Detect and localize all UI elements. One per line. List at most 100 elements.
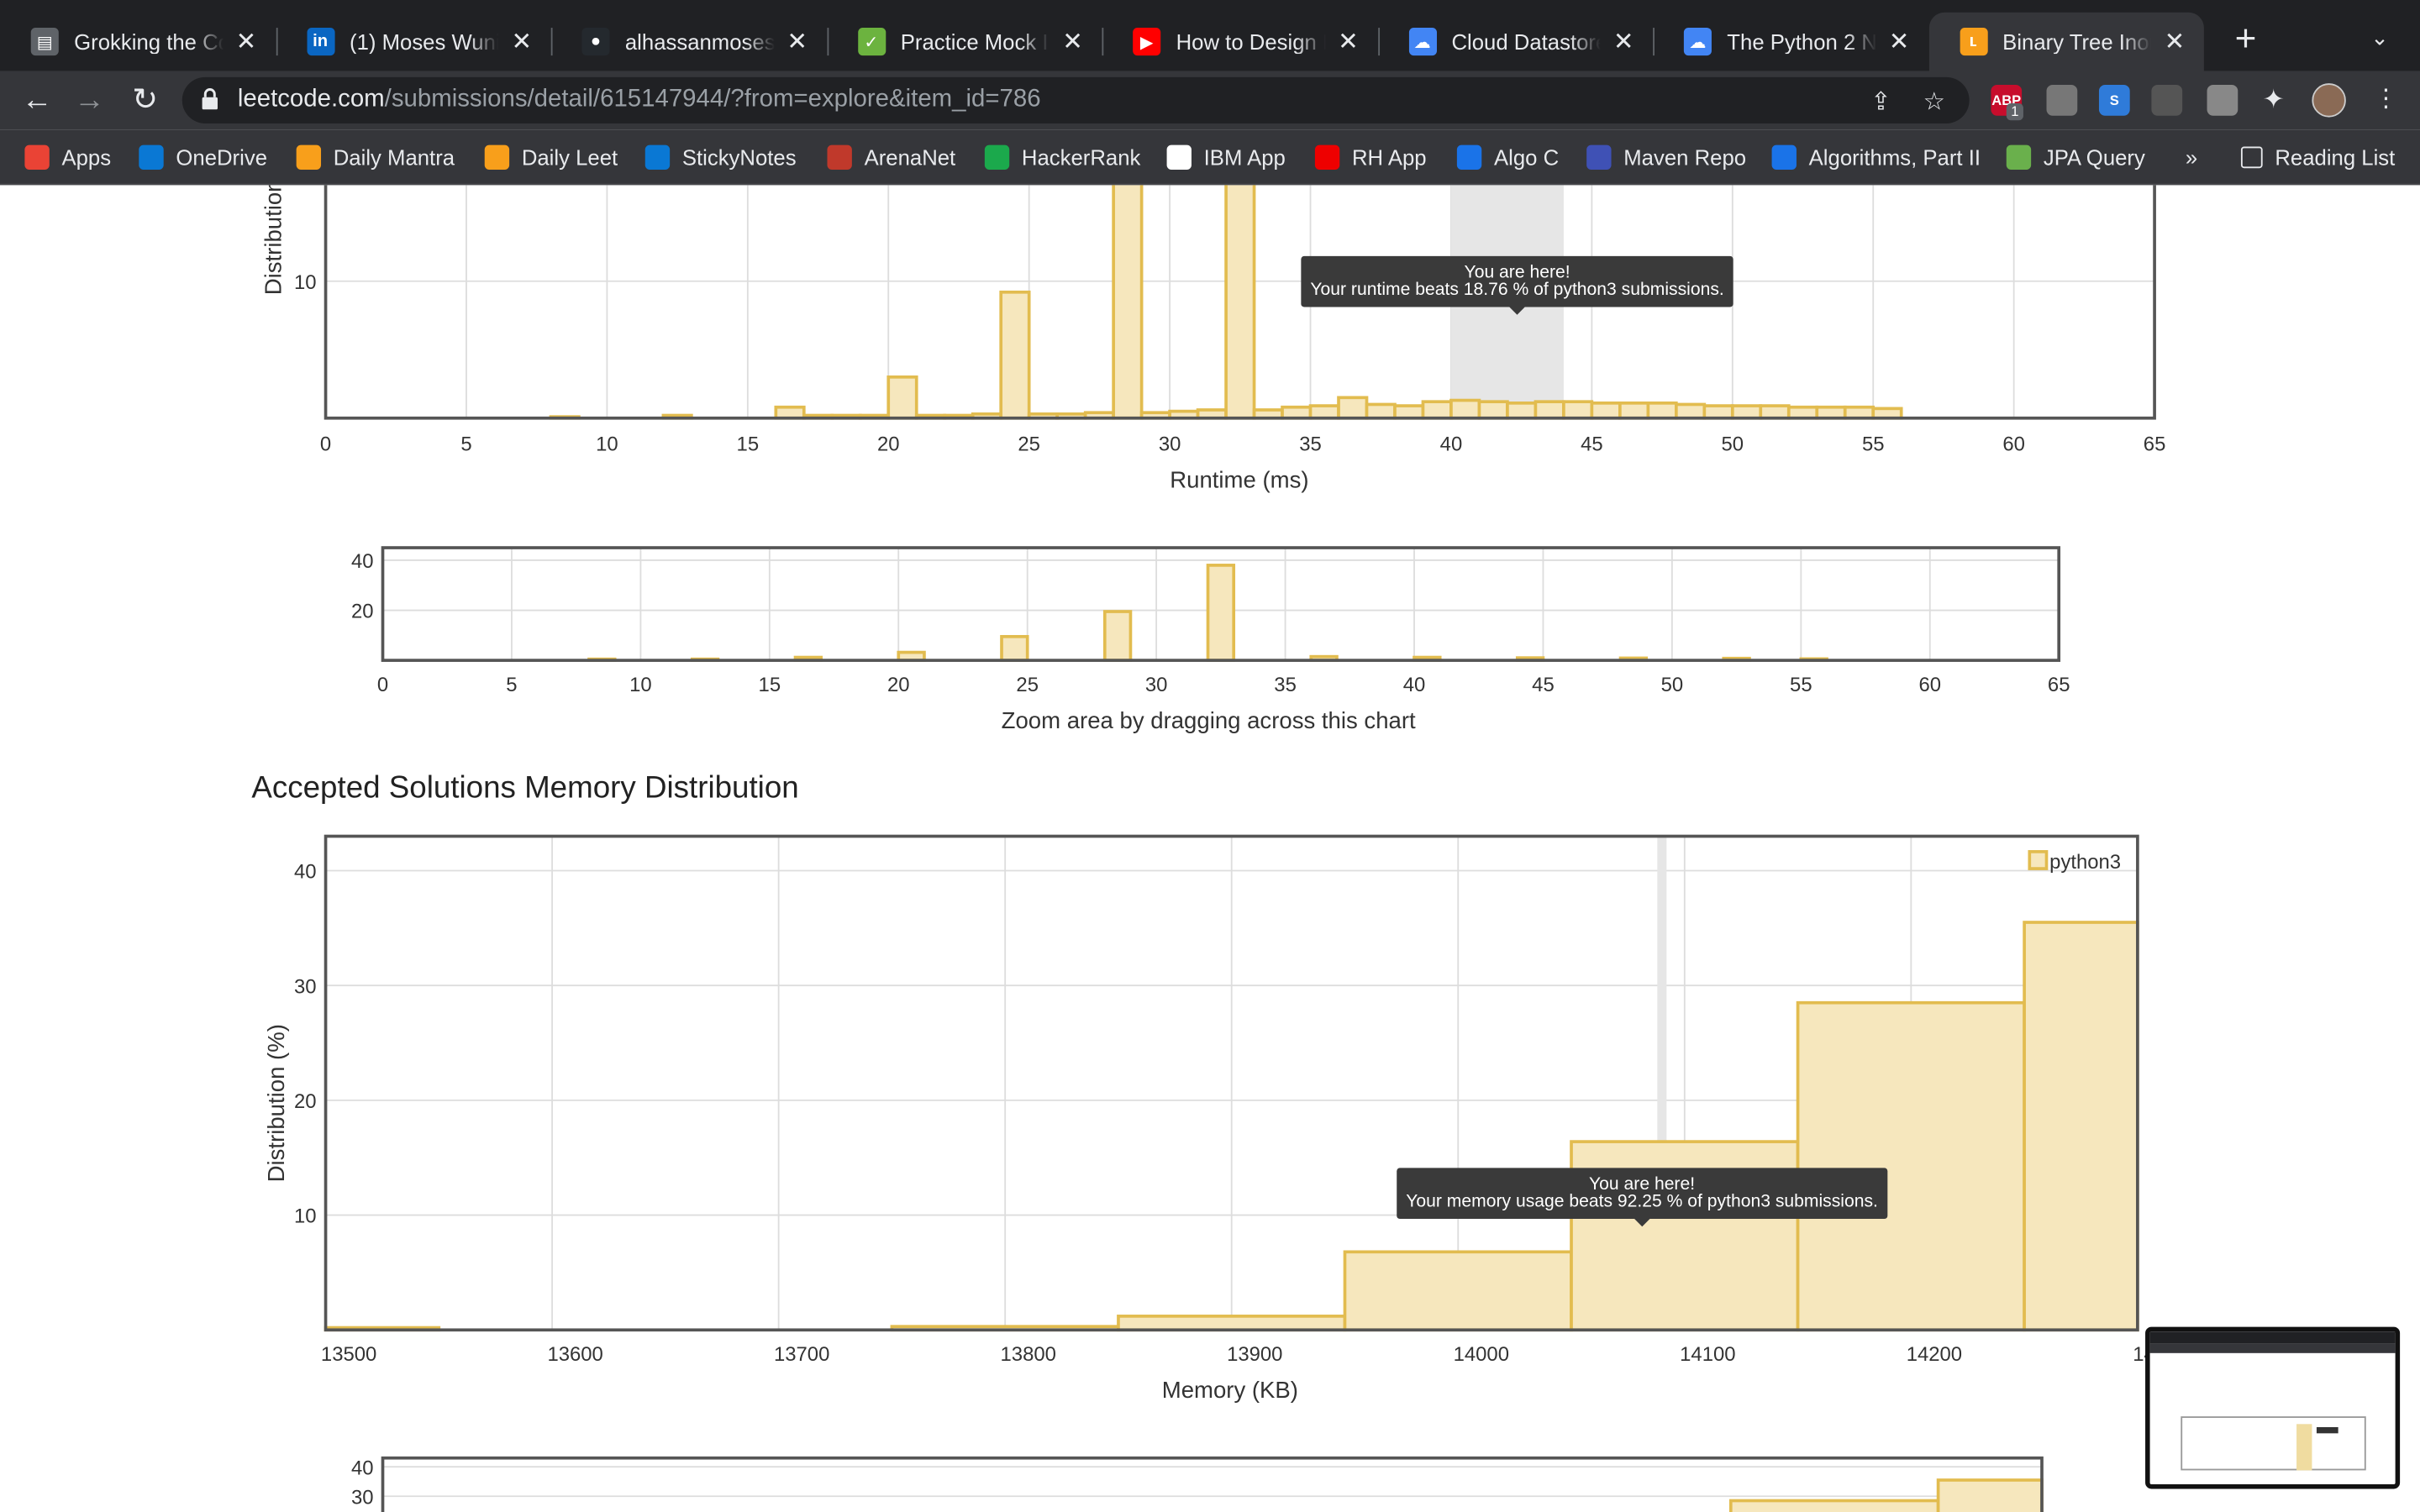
runtime-zoom-navigator[interactable]: 0 5 10 15 20 25 30 35 40 45 50 55 60 65 20 40 Zoom area … [0, 533, 2420, 748]
close-tab-icon[interactable]: ✕ [508, 26, 535, 57]
tab-separator [1377, 28, 1380, 56]
bookmark-daily-leet[interactable]: Daily Leet [484, 144, 618, 171]
x-tick-label: 13600 [547, 1343, 602, 1366]
close-tab-icon[interactable]: ✕ [232, 26, 260, 57]
bookmark-algorithms-part-ii[interactable]: Algorithms, Part II [1771, 144, 1981, 171]
bookmark-jpa-query[interactable]: JPA Query [2006, 144, 2145, 171]
screenshot-thumbnail[interactable] [2145, 1326, 2401, 1489]
bookmark-icon [1771, 144, 1797, 171]
page-content: 051015202530354045505560651020Runtime (m… [0, 185, 2420, 1512]
memory-zoom-navigator[interactable]: 3040 [0, 1442, 2420, 1512]
bookmark-label: StickyNotes [681, 144, 797, 171]
tab-6[interactable]: ☁ Cloud Datastore ✕ [1377, 13, 1653, 71]
bar [1730, 404, 1763, 420]
tab-8[interactable]: ʟ Binary Tree Inord ✕ [1928, 12, 2204, 71]
close-tab-icon[interactable]: ✕ [1059, 26, 1086, 57]
x-tick-label: 15 [737, 433, 760, 455]
tab-title: Grokking the Cod [74, 29, 223, 55]
extension-icon-4[interactable] [2151, 85, 2183, 116]
lock-icon [202, 88, 218, 110]
new-tab-icon[interactable]: + [2235, 21, 2257, 59]
bookmark-arenanet[interactable]: ArenaNet [827, 144, 955, 171]
bar [1796, 1000, 2026, 1332]
tab-search-icon[interactable]: ⌄ [2370, 24, 2389, 50]
checkmark-icon: ✓ [857, 28, 886, 56]
bar [1421, 400, 1453, 420]
y-tick-label: 20 [294, 1090, 317, 1113]
tab-7[interactable]: ☁ The Python 2 NDB ✕ [1653, 13, 1928, 71]
bookmark-maven-repo[interactable]: Maven Repo [1586, 144, 1746, 171]
x-tick-label: 55 [1790, 674, 1812, 696]
bookmark-hackerrank[interactable]: HackerRank [984, 144, 1140, 171]
address-bar[interactable]: leetcode.com/submissions/detail/61514794… [182, 76, 1970, 123]
profile-avatar[interactable] [2312, 83, 2346, 118]
y-tick-label: 40 [294, 861, 317, 884]
x-tick-label: 60 [2002, 433, 2025, 455]
x-tick-label: 10 [596, 433, 618, 455]
tab-separator [275, 28, 277, 56]
x-tick-label: 14000 [1454, 1343, 1509, 1366]
bookmark-icon [984, 144, 1010, 171]
back-icon[interactable]: ← [18, 81, 55, 121]
menu-kebab-icon[interactable]: ⋮ [2374, 83, 2398, 114]
bookmark-star-icon[interactable]: ☆ [1923, 87, 1945, 118]
bookmark-apps[interactable]: Apps [24, 144, 111, 171]
tab-1[interactable]: ▤ Grokking the Cod ✕ [0, 13, 276, 71]
bookmark-onedrive[interactable]: OneDrive [139, 144, 267, 171]
google-cloud-icon: ☁ [1683, 28, 1712, 56]
bar [1000, 634, 1029, 662]
x-tick-label: 20 [887, 674, 910, 696]
bar [1477, 400, 1509, 420]
x-tick-label: 65 [2144, 433, 2166, 455]
bookmark-ibm-app[interactable]: IBM App [1166, 144, 1286, 171]
forward-icon[interactable]: → [71, 81, 108, 121]
bar [1112, 185, 1144, 420]
bookmark-daily-mantra[interactable]: Daily Mantra [296, 144, 455, 171]
close-tab-icon[interactable]: ✕ [2160, 26, 2188, 57]
tab-strip: ▤ Grokking the Cod ✕ in (1) Moses Wunich ✕ ● al… [0, 0, 2420, 71]
close-tab-icon[interactable]: ✕ [783, 26, 811, 57]
tab-title: Cloud Datastore [1451, 29, 1601, 55]
bar [1843, 405, 1876, 420]
youtube-icon: ▶ [1133, 28, 1161, 56]
x-tick-label: 50 [1722, 433, 1744, 455]
tooltip-message: Your memory usage beats 92.25 % of pytho… [1406, 1192, 1878, 1211]
close-tab-icon[interactable]: ✕ [1886, 26, 1913, 57]
x-tick-label: 60 [1918, 674, 1941, 696]
x-tick-label: 0 [320, 433, 331, 455]
bookmark-label: ArenaNet [864, 144, 956, 171]
leetcode-icon: ʟ [1959, 28, 1987, 56]
extension-icon-5[interactable] [2207, 85, 2238, 116]
x-tick-label: 14200 [1907, 1343, 1962, 1366]
close-tab-icon[interactable]: ✕ [1334, 26, 1362, 57]
tab-title: How to Design Mi [1176, 29, 1325, 55]
browser-toolbar: ← → ↻ leetcode.com/submissions/detail/61… [0, 71, 2420, 130]
reading-list-button[interactable]: Reading List [2240, 144, 2395, 171]
tab-5[interactable]: ▶ How to Design Mi ✕ [1102, 13, 1377, 71]
x-tick-label: 10 [629, 674, 652, 696]
bookmark-label: Algo C [1493, 144, 1560, 171]
tab-3[interactable]: ● alhassanmoses (M ✕ [551, 13, 827, 71]
close-tab-icon[interactable]: ✕ [1610, 26, 1638, 57]
bookmark-icon [484, 144, 510, 171]
tab-4[interactable]: ✓ Practice Mock Int ✕ [827, 13, 1102, 71]
bookmark-label: Algorithms, Part II [1808, 144, 1981, 171]
bookmark-label: Apps [61, 144, 112, 171]
x-tick-label: 0 [377, 674, 388, 696]
tab-2[interactable]: in (1) Moses Wunich ✕ [276, 13, 551, 71]
extension-icon-3[interactable]: S [2098, 85, 2130, 116]
bookmark-algo-c[interactable]: Algo C [1456, 144, 1560, 171]
bar [1534, 400, 1565, 420]
x-tick-label: 40 [1440, 433, 1463, 455]
extension-icon-2[interactable] [2046, 85, 2078, 116]
bookmark-rh-app[interactable]: RH App [1314, 144, 1427, 171]
x-tick-label: 13800 [1001, 1343, 1056, 1366]
reload-icon[interactable]: ↻ [127, 81, 164, 121]
bar [999, 290, 1031, 420]
tab-separator [1653, 28, 1655, 56]
share-icon[interactable]: ⇪ [1870, 87, 1891, 118]
memory-section-title: Accepted Solutions Memory Distribution [251, 771, 799, 806]
extensions-puzzle-icon[interactable]: ✦ [2263, 85, 2285, 116]
bookmark-stickynotes[interactable]: StickyNotes [644, 144, 797, 171]
bookmarks-overflow[interactable]: » [2186, 144, 2197, 171]
